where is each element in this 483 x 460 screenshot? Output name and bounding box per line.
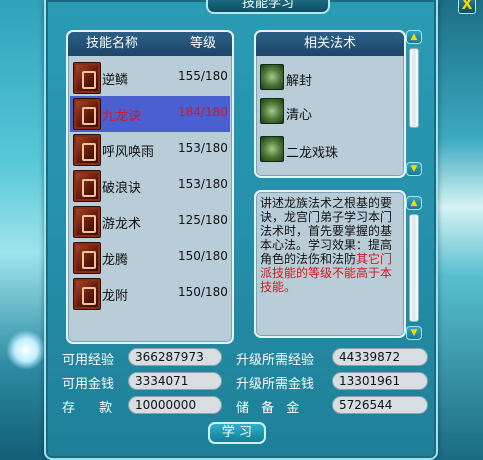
skill-name: 九龙诀 [102,109,142,124]
skill-name: 龙腾 [102,253,129,268]
skill-row[interactable]: 呼风唤雨 153/180 [70,132,230,168]
spell-icon [260,136,284,162]
deposit-value: 10000000 [128,396,222,414]
skill-name: 龙附 [102,289,129,304]
window-title: 技能学习 [206,0,330,14]
skill-row[interactable]: 破浪诀 153/180 [70,168,230,204]
skill-learning-window: 技能学习 X 技能名称 等级 逆鳞 155/180 九龙诀 184/180 呼风… [44,0,476,460]
skill-level: 150/180 [178,249,228,263]
triangle-up-icon[interactable]: ▲ [406,30,422,44]
spell-item[interactable]: 二龙戏珠 [260,136,400,166]
skill-level: 184/180 [178,105,228,119]
skill-description: 讲述龙族法术之根基的要诀，龙宫门弟子学习本门法术时，首先要掌握的基本心法。学习效… [260,196,402,294]
skill-level: 155/180 [178,69,228,83]
skill-icon [73,134,101,166]
header-skill-name: 技能名称 [86,36,139,51]
related-spells-title: 相关法术 [303,36,356,51]
spell-item[interactable]: 清心 [260,98,400,128]
skill-row-selected[interactable]: 九龙诀 184/180 [70,96,230,132]
triangle-down-icon[interactable]: ▼ [406,326,422,340]
skill-level: 153/180 [178,177,228,191]
required-money-label: 升级所需金钱 [236,377,315,392]
required-exp-label: 升级所需经验 [236,353,315,368]
spell-name: 清心 [286,108,313,123]
skill-row[interactable]: 游龙术 125/180 [70,204,230,240]
related-spells-header: 相关法术 [256,32,404,56]
skill-name: 呼风唤雨 [102,145,155,160]
skill-icon [73,206,101,238]
related-spells-panel: 相关法术 解封 清心 二龙戏珠 [254,30,406,178]
required-money-value: 13301961 [332,372,428,390]
spell-item[interactable]: 解封 [260,64,400,94]
header-level: 等级 [190,36,217,51]
spell-name: 解封 [286,74,313,89]
spell-name: 二龙戏珠 [286,146,339,161]
scroll-track[interactable] [409,214,419,322]
triangle-up-icon[interactable]: ▲ [406,196,422,210]
skill-name: 破浪诀 [102,181,142,196]
scroll-track[interactable] [409,48,419,128]
skill-level: 153/180 [178,141,228,155]
skill-icon [73,242,101,274]
skill-list-header: 技能名称 等级 [68,32,232,56]
reserve-value: 5726544 [332,396,428,414]
spell-icon [260,64,284,90]
skill-row[interactable]: 龙附 150/180 [70,276,230,312]
skill-row[interactable]: 龙腾 150/180 [70,240,230,276]
spell-icon [260,98,284,124]
skill-level: 150/180 [178,285,228,299]
skill-icon [73,170,101,202]
skill-icon [73,98,101,130]
description-scrollbar[interactable]: ▲ ▼ [406,196,422,342]
scene-orb [6,330,46,370]
available-exp-value: 366287973 [128,348,222,366]
learn-button[interactable]: 学 习 [208,422,266,444]
skill-icon [73,278,101,310]
skill-level: 125/180 [178,213,228,227]
game-scene-right [431,0,483,460]
skill-description-panel: 讲述龙族法术之根基的要诀，龙宫门弟子学习本门法术时，首先要掌握的基本心法。学习效… [254,190,406,338]
spells-scrollbar[interactable]: ▲ ▼ [406,30,422,178]
reserve-label: 储 备 金 [236,401,304,416]
available-exp-label: 可用经验 [62,353,115,368]
skill-list-panel: 技能名称 等级 逆鳞 155/180 九龙诀 184/180 呼风唤雨 153/… [66,30,234,344]
available-money-value: 3334071 [128,372,222,390]
required-exp-value: 44339872 [332,348,428,366]
close-button[interactable]: X [458,0,476,14]
skill-row[interactable]: 逆鳞 155/180 [70,60,230,96]
available-money-label: 可用金钱 [62,377,115,392]
skill-icon [73,62,101,94]
skill-name: 游龙术 [102,217,142,232]
skill-name: 逆鳞 [102,73,129,88]
triangle-down-icon[interactable]: ▼ [406,162,422,176]
deposit-label: 存 款 [62,401,123,416]
